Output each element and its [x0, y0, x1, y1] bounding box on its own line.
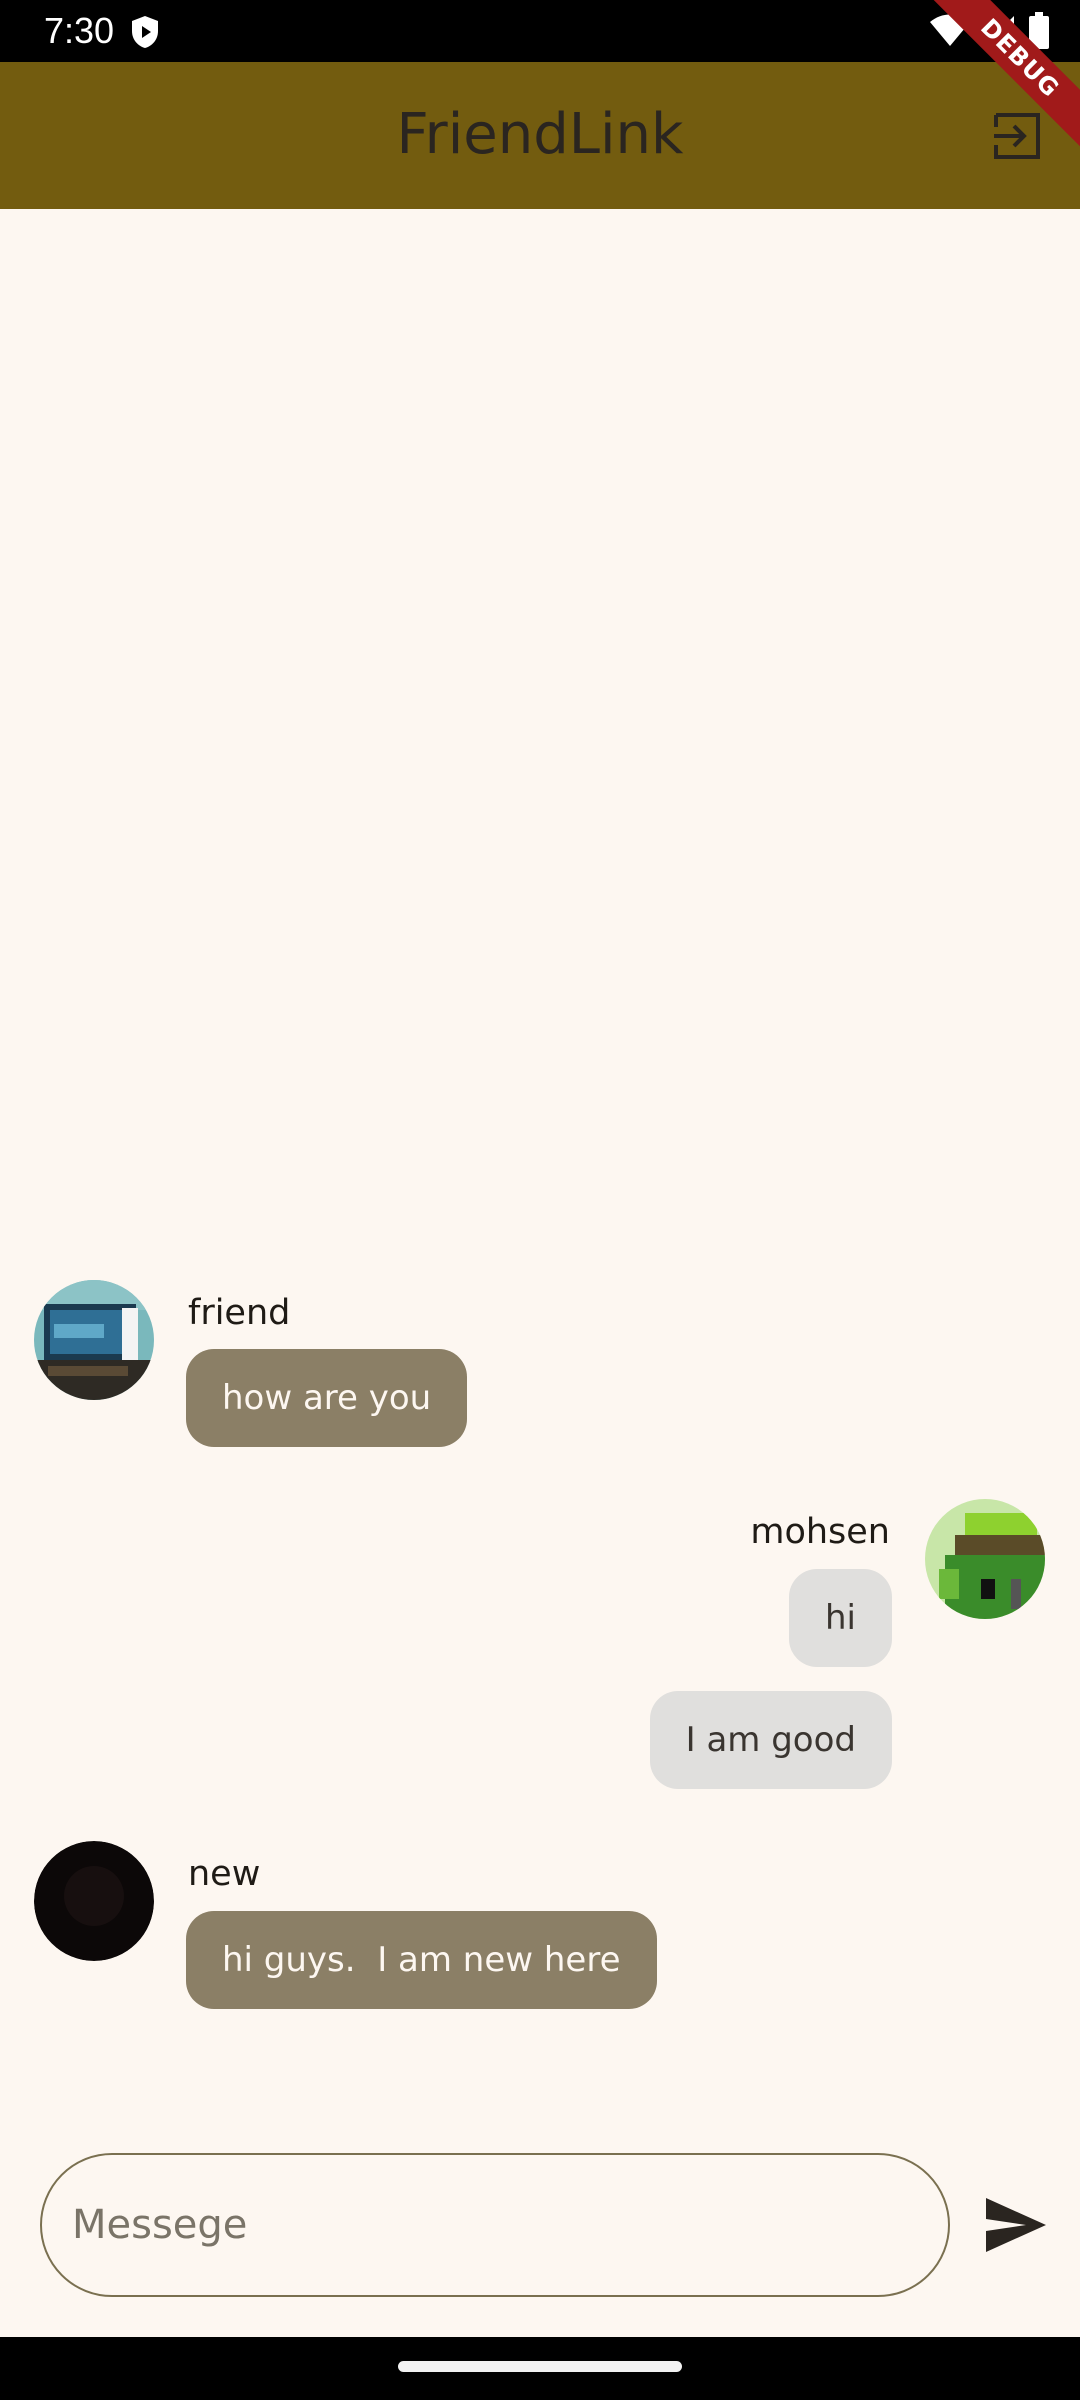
send-icon[interactable] [980, 2190, 1050, 2260]
logout-icon[interactable] [992, 111, 1042, 161]
chat-area[interactable]: friend how are you mohsen hi I am good n… [0, 209, 1080, 2124]
app-bar: FriendLink [0, 62, 1080, 209]
new-avatar-image [34, 1841, 154, 1961]
status-bar: 7:30 [0, 0, 1080, 62]
friend-avatar-image [34, 1280, 154, 1400]
battery-icon [1029, 12, 1049, 49]
signal-icon [984, 16, 1014, 46]
friend-avatar[interactable] [34, 1280, 154, 1400]
mohsen-avatar[interactable] [925, 1499, 1045, 1619]
home-handle[interactable] [398, 2361, 682, 2372]
wifi-icon [930, 14, 970, 46]
mohsen-avatar-image [925, 1499, 1045, 1619]
message-bubble-received[interactable]: how are you [186, 1349, 468, 1447]
new-avatar[interactable] [34, 1841, 154, 1961]
message-bubble-received[interactable]: hi guys. I am new here [186, 1911, 657, 2009]
sender-name-friend: friend [188, 1293, 291, 1333]
status-icons [930, 12, 1050, 50]
message-bubble-sent[interactable]: hi [789, 1569, 892, 1667]
navigation-bar [0, 2337, 1080, 2400]
status-time: 7:30 [44, 10, 115, 51]
sender-name-mohsen: mohsen [750, 1512, 890, 1552]
app-title: FriendLink [396, 102, 684, 167]
message-bubble-sent[interactable]: I am good [649, 1691, 892, 1789]
sender-name-new: new [188, 1854, 261, 1894]
shield-icon [132, 16, 158, 48]
message-input[interactable] [40, 2153, 950, 2297]
